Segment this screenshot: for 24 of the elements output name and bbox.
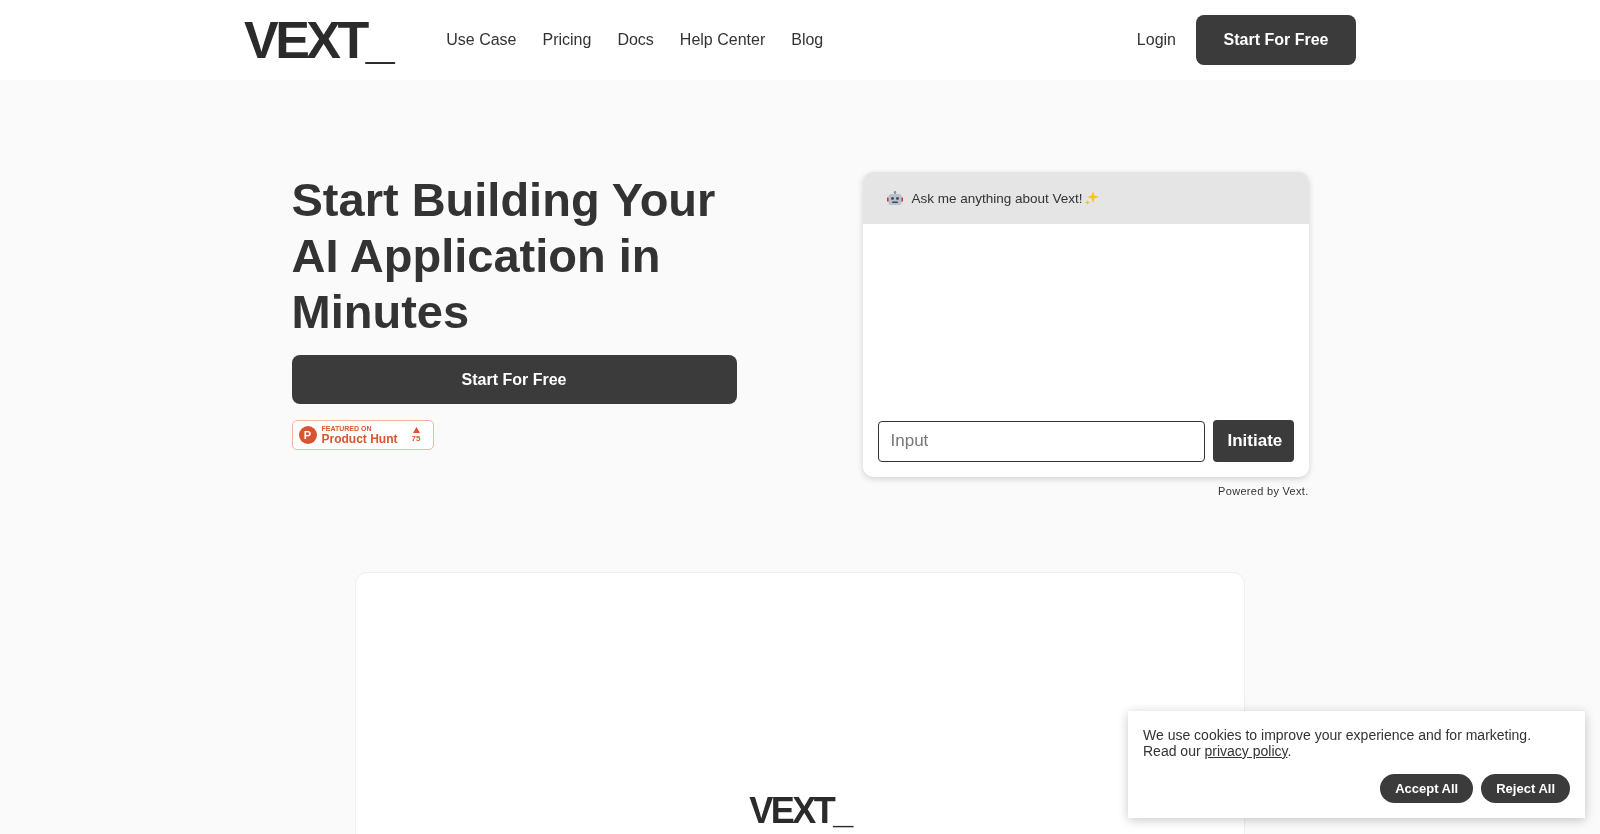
login-link[interactable]: Login xyxy=(1136,31,1176,49)
initiate-button[interactable]: Initiate xyxy=(1212,420,1294,462)
cookie-button[interactable]: Accept All xyxy=(1380,774,1474,803)
nav-link[interactable]: Docs xyxy=(617,31,654,49)
badge-name-text: Product Hunt xyxy=(321,433,399,445)
sparkle-icon xyxy=(1084,191,1099,205)
cookie-button[interactable]: Reject All xyxy=(1481,774,1570,803)
chat-input[interactable]: Input xyxy=(877,420,1205,462)
product-hunt-logo: P xyxy=(298,426,317,444)
nav-link[interactable]: Help Center xyxy=(679,31,766,49)
powered-by-text: Powered by Vext. xyxy=(1218,485,1309,497)
hero-heading: Start Building Your AI Application in Minutes xyxy=(291,172,717,340)
nav-link[interactable]: Blog xyxy=(791,31,824,49)
chat-greeting: Ask me anything about Vext! xyxy=(911,190,1083,206)
vext-logo[interactable]: VEXT_ xyxy=(244,14,392,66)
nav-link[interactable]: Use Case xyxy=(446,31,517,49)
vote-count: 75 xyxy=(411,435,421,443)
start-for-free-button[interactable]: Start For Free xyxy=(291,355,737,404)
start-for-free-button[interactable]: Start For Free xyxy=(1196,15,1356,65)
vext-logo: VEXT_ xyxy=(749,792,851,830)
robot-icon xyxy=(886,190,903,206)
cookie-notice: We use cookies to improve your experience and for marketing. Read our privacy policy. xyxy=(1143,727,1533,759)
nav-link[interactable]: Pricing xyxy=(542,31,592,49)
upvote-triangle-icon xyxy=(412,427,420,433)
